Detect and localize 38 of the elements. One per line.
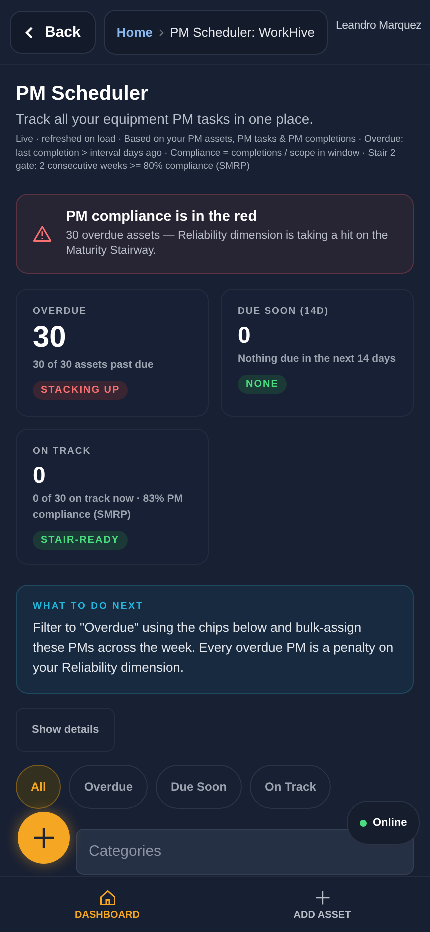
stat-value: 0 [238, 320, 252, 348]
data-source-note: Live · refreshed on load · Based on your PM assets, PM tasks & PM completions · Overdue: last completion > interval days ago · Compliance = completions / scope in window · Stair 2 gate: 2 consecutive weeks >= 80% compliance (SMRP) [16, 133, 405, 174]
filter-chip[interactable]: Due Soon [156, 764, 242, 808]
alert-title: PM compliance is in the red [66, 208, 258, 224]
stat-value: 0 [33, 460, 47, 488]
user-name: Leandro Marquez [336, 20, 422, 32]
add-fab-button[interactable] [18, 812, 70, 864]
chevron-right-icon [158, 28, 164, 36]
home-icon [98, 889, 116, 907]
back-button[interactable]: Back [10, 11, 96, 54]
stat-label: DUE SOON (14D) [238, 306, 330, 316]
status-badge: NONE [238, 374, 287, 394]
breadcrumb-link[interactable]: Home [116, 25, 153, 40]
stat-note: 0 of 30 on track now · 83% PM compliance (SMRP) [33, 492, 184, 522]
page-title: PM Scheduler [16, 83, 150, 106]
plus-icon [314, 889, 332, 907]
alert-message: 30 overdue assets — Reliability dimension is taking a hit on the Maturity Stairway. [66, 228, 390, 258]
chevron-left-icon [25, 26, 35, 40]
stat-label: OVERDUE [33, 306, 88, 316]
breadcrumb-current: PM Scheduler: WorkHive [170, 25, 315, 40]
plus-icon [33, 827, 55, 849]
filter-chip[interactable]: All [16, 764, 62, 808]
category-select[interactable]: Categories [76, 828, 414, 874]
next-step-heading: WHAT TO DO NEXT [33, 600, 145, 612]
filter-chip[interactable]: Overdue [69, 764, 148, 808]
stat-note: Nothing due in the next 14 days [238, 352, 397, 366]
page-subtitle: Track all your equipment PM tasks in one place. [16, 111, 315, 127]
nav-tab[interactable]: DASHBOARD [0, 877, 215, 932]
status-label: Online [373, 817, 408, 829]
nav-tab[interactable]: ADD ASSET [215, 877, 430, 932]
stat-note: 30 of 30 assets past due [33, 358, 155, 372]
stat-label: ON TRACK [33, 446, 92, 456]
filter-chip[interactable]: On Track [250, 764, 332, 808]
status-badge: STAIR-READY [33, 530, 128, 550]
next-step-text: Filter to "Overdue" using the chips below and bulk-assign these PMs across the week. Every overdue PM is a penalty on your Reliability dimension. [33, 618, 395, 677]
status-badge: STACKING UP [33, 380, 128, 400]
stat-value: 30 [33, 320, 68, 354]
show-details-button[interactable]: Show details [16, 708, 116, 752]
